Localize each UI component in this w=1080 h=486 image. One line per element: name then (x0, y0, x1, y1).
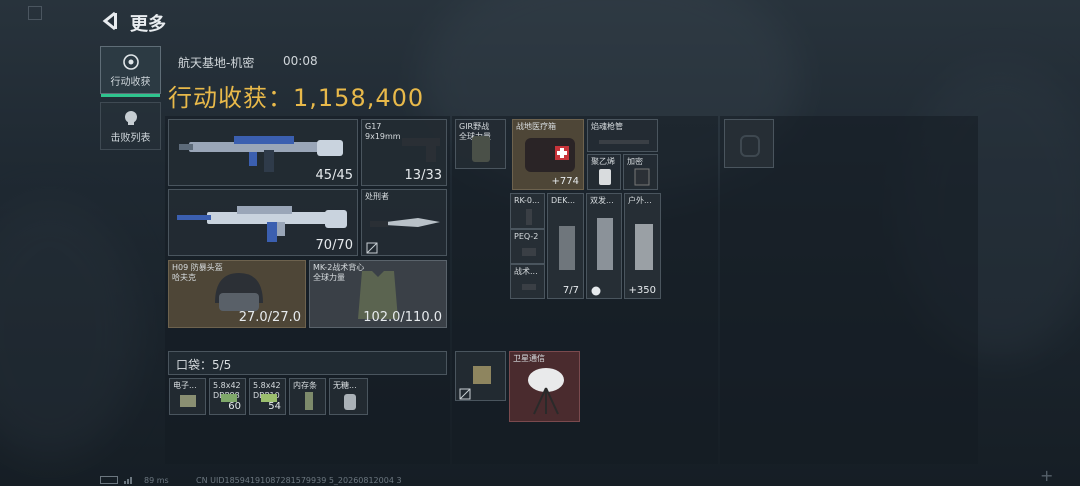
chest-rig-slot[interactable]: GIR野战全球力量 (455, 119, 506, 169)
satellite-slot[interactable]: 卫星通信 (509, 351, 580, 422)
durability-value: 70/70 (315, 238, 353, 253)
item-name: 加密 (627, 157, 643, 166)
skull-icon (122, 109, 140, 127)
raid-time: 00:08 (283, 54, 318, 68)
item-sub: 全球力量 (313, 273, 345, 282)
item-name: 户外... (628, 196, 652, 205)
tab-kill-list[interactable]: 击败列表 (100, 102, 161, 150)
knife-icon (370, 218, 440, 227)
grip-icon (526, 209, 532, 225)
pocket-item[interactable]: 5.8x42DBP88 60 (209, 378, 246, 415)
haul-value: 行动收获：1,158,400 (168, 84, 425, 112)
outdoor-slot[interactable]: 户外... +350 (624, 193, 661, 299)
item-sub: 哈夫克 (172, 273, 196, 282)
tablet-icon (634, 168, 650, 186)
item-name: RK-0... (514, 196, 540, 205)
pocket-item[interactable]: 电子... (169, 378, 206, 415)
helmet-slot[interactable]: H09 防暴头盔 哈夫克 27.0/27.0 (168, 260, 306, 328)
memory-stick-icon (305, 392, 313, 410)
item-name: 5.8x42 (253, 381, 281, 390)
medkit-icon (525, 138, 575, 172)
item-count: +350 (628, 285, 656, 296)
backpack-icon (740, 135, 760, 157)
medkit-slot[interactable]: 战地医疗箱 +774 (512, 119, 584, 190)
item-name: 战术... (514, 267, 538, 276)
barrel-slot[interactable]: 焰魂枪管 (587, 119, 658, 152)
item-count: +774 (551, 176, 579, 187)
corner-mark (28, 6, 42, 20)
durability-value: 45/45 (315, 168, 353, 183)
tab-raid-haul[interactable]: 行动收获 (100, 46, 161, 97)
item-name: GIR野战 (459, 122, 490, 131)
item-name: G17 (365, 122, 382, 131)
item-count: 54 (268, 401, 281, 412)
page-title[interactable]: 更多 (130, 10, 166, 36)
active-indicator (101, 94, 160, 97)
item-ammo: 9x19mm (365, 132, 401, 141)
magazine-icon (559, 226, 575, 270)
item-name: 处刑者 (365, 192, 389, 201)
sidearm-slot[interactable]: G17 9x19mm 13/33 (361, 119, 447, 186)
item-count: 7/7 (562, 285, 579, 296)
back-icon[interactable] (100, 10, 122, 32)
tablet-slot[interactable]: 加密 (623, 154, 658, 190)
armor-slot[interactable]: MK-2战术背心 全球力量 102.0/110.0 (309, 260, 447, 328)
dual-slot[interactable]: 双发... (586, 193, 622, 299)
barrel-icon (599, 140, 649, 144)
unlock-icon (459, 388, 471, 400)
item-name: 聚乙烯 (591, 157, 615, 166)
clock-icon (591, 286, 601, 296)
item-name: DEK... (551, 196, 576, 205)
durability-value: 27.0/27.0 (238, 310, 301, 325)
melee-slot[interactable]: 处刑者 (361, 189, 447, 256)
secondary-weapon-slot[interactable]: 70/70 (168, 189, 358, 256)
target-icon (122, 53, 140, 71)
primary-weapon-slot[interactable]: 45/45 (168, 119, 358, 186)
pistol-icon (402, 138, 440, 162)
item-name: 无糖... (333, 381, 357, 390)
stash-slot[interactable] (724, 119, 774, 168)
dek-slot[interactable]: DEK... 7/7 (547, 193, 584, 299)
item-count: 60 (228, 401, 241, 412)
rig-icon (472, 136, 490, 162)
item-name: 双发... (590, 196, 614, 205)
item-name: 焰魂枪管 (591, 122, 623, 131)
uid-text: CN UID18594191087281579939 5_20260812004… (196, 476, 402, 485)
item-name: 电子... (173, 381, 197, 390)
durability-value: 102.0/110.0 (363, 310, 442, 325)
tab-label: 击败列表 (110, 133, 151, 144)
ammo-value: 13/33 (404, 168, 442, 183)
pocket-item[interactable]: 无糖... (329, 378, 368, 415)
pocket-item[interactable]: 内存条 (289, 378, 326, 415)
battery-icon (100, 476, 118, 484)
laser-icon (522, 248, 536, 256)
pocket-capacity: 口袋：5/5 (176, 358, 232, 372)
chip-icon (473, 366, 491, 384)
plus-icon: + (1040, 466, 1054, 485)
jar-slot[interactable]: 聚乙烯 (587, 154, 621, 190)
dual-mag-icon (597, 218, 613, 270)
item-name: 5.8x42 (213, 381, 241, 390)
item-name: PEQ-2 (514, 232, 539, 241)
item-name: 内存条 (293, 381, 317, 390)
jar-icon (599, 169, 611, 185)
can-icon (344, 394, 356, 410)
ping-value: 89 ms (144, 476, 169, 485)
attachment-slot[interactable]: RK-0... (510, 193, 545, 229)
flashlight-icon (522, 284, 536, 290)
pocket-item[interactable]: 5.8x42DBP10 54 (249, 378, 286, 415)
item-name: 卫星通信 (513, 354, 545, 363)
tab-label: 行动收获 (110, 77, 151, 88)
device-icon (180, 395, 196, 407)
locked-slot[interactable] (455, 351, 506, 401)
case-icon (635, 224, 653, 270)
unlock-icon (366, 242, 378, 254)
attachment-slot[interactable]: PEQ-2 (510, 229, 545, 264)
item-name: 战地医疗箱 (516, 122, 556, 131)
stash-panel (720, 116, 978, 464)
map-name: 航天基地-机密 (178, 56, 255, 70)
satellite-dish-icon (528, 368, 564, 415)
attachment-slot[interactable]: 战术... (510, 264, 545, 299)
signal-icon (124, 476, 136, 484)
